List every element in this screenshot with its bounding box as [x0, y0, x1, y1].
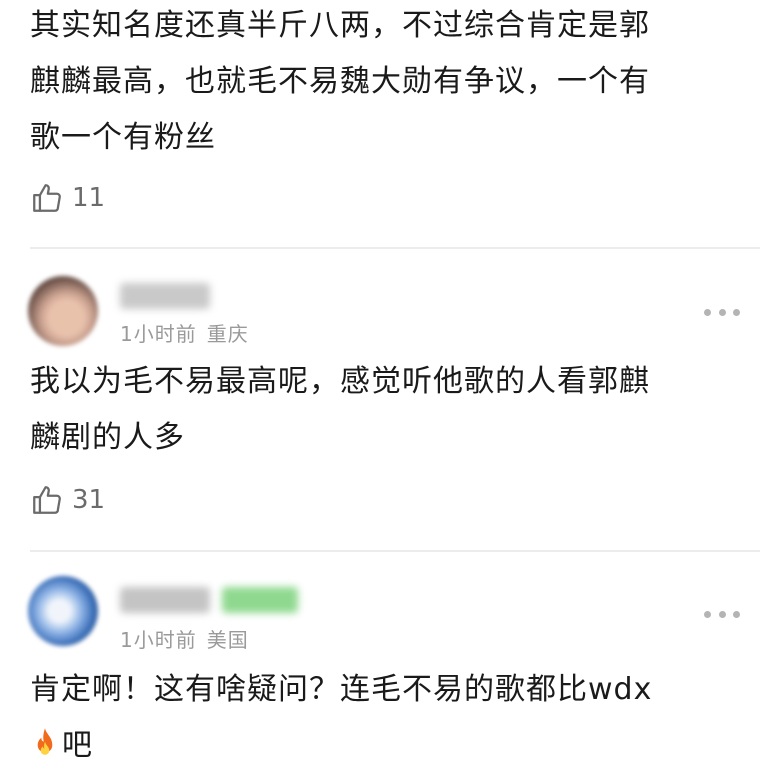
comment-1-like-count: 11 — [72, 183, 106, 213]
comment-2-like-button[interactable]: 31 — [30, 480, 105, 520]
thumbs-up-icon — [33, 486, 61, 514]
more-dot-icon — [718, 308, 726, 316]
comment-1-like-button[interactable]: 11 — [30, 178, 105, 218]
comment-2-line-2: 麟剧的人多 — [30, 420, 185, 455]
comment-3-username-redacted[interactable] — [120, 587, 210, 613]
comment-2-like-count: 31 — [72, 485, 106, 515]
comment-1-line-1: 其实知名度还真半斤八两，不过综合肯定是郭 — [30, 8, 650, 43]
comment-1-line-3: 歌一个有粉丝 — [30, 120, 216, 155]
comment-3-meta: 1小时前 美国 — [120, 624, 249, 653]
comment-2-location: 重庆 — [206, 322, 249, 346]
comment-3-text: 肯定啊！这有啥疑问？连毛不易的歌都比wdx 吧 — [30, 662, 740, 774]
thumbs-up-icon — [33, 184, 61, 212]
comment-2-text: 我以为毛不易最高呢，感觉听他歌的人看郭麒 麟剧的人多 — [30, 354, 740, 466]
more-dot-icon — [733, 308, 740, 316]
comment-2-more-button[interactable] — [704, 306, 740, 318]
comment-2-username-redacted[interactable] — [120, 283, 210, 309]
more-dot-icon — [704, 308, 711, 316]
more-dot-icon — [704, 610, 711, 618]
comment-3-avatar[interactable] — [28, 576, 98, 646]
more-dot-icon — [718, 610, 726, 618]
divider — [30, 247, 760, 249]
divider — [30, 550, 760, 552]
comment-2-time: 1小时前 — [120, 322, 197, 346]
comment-3-time: 1小时前 — [120, 628, 197, 652]
comment-2-meta: 1小时前 重庆 — [120, 318, 249, 347]
fire-emoji-icon — [37, 728, 53, 755]
comment-3-line-2: 吧 — [30, 718, 740, 774]
comment-3-location: 美国 — [206, 628, 249, 652]
comment-3-line-2-text: 吧 — [62, 728, 93, 763]
comment-3-badge-redacted — [222, 587, 298, 613]
comment-2-avatar[interactable] — [28, 276, 98, 346]
comment-1-line-2: 麒麟最高，也就毛不易魏大勋有争议，一个有 — [30, 64, 650, 99]
more-dot-icon — [733, 610, 740, 618]
comment-2-line-1: 我以为毛不易最高呢，感觉听他歌的人看郭麒 — [30, 364, 650, 399]
comment-1-text: 其实知名度还真半斤八两，不过综合肯定是郭 麒麟最高，也就毛不易魏大勋有争议，一个… — [30, 0, 740, 166]
comment-3-more-button[interactable] — [704, 608, 740, 620]
comment-3-line-1: 肯定啊！这有啥疑问？连毛不易的歌都比wdx — [30, 672, 653, 707]
